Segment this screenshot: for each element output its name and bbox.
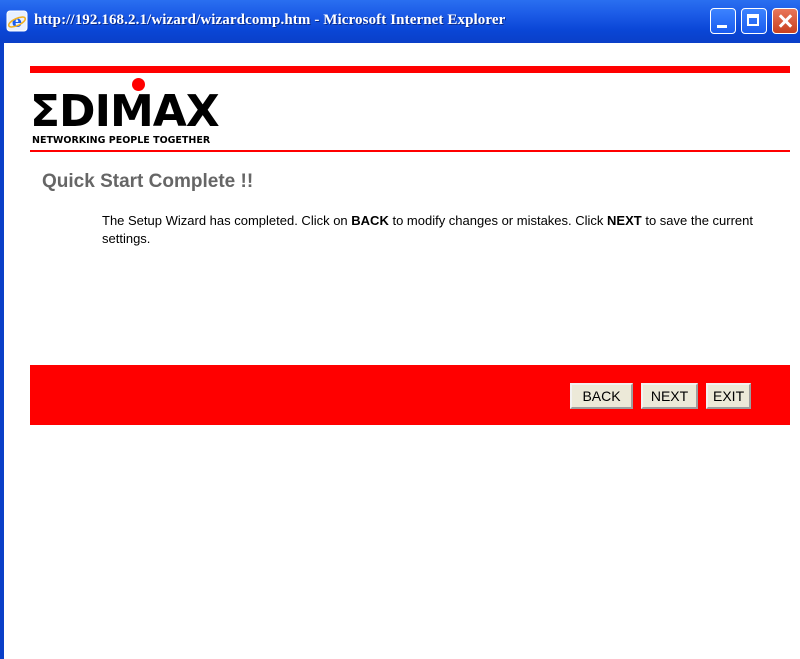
logo-underline-rule	[30, 150, 790, 152]
logo-tagline: NETWORKING PEOPLE TOGETHER	[32, 135, 211, 146]
close-button[interactable]	[772, 8, 798, 34]
next-button[interactable]: NEXT	[641, 383, 698, 409]
exit-button[interactable]: EXIT	[706, 383, 751, 409]
completion-message: The Setup Wizard has completed. Click on…	[102, 212, 782, 248]
page-title: Quick Start Complete !!	[42, 171, 254, 192]
logo-red-dot	[132, 78, 145, 91]
window-title: http://192.168.2.1/wizard/wizardcomp.htm…	[34, 12, 506, 28]
edimax-logo: ΣDIMAX NETWORKING PEOPLE TOGETHER	[30, 78, 290, 150]
window-frame	[0, 43, 4, 659]
wizard-action-bar: BACK NEXT EXIT	[30, 365, 790, 425]
minimize-button[interactable]	[710, 8, 736, 34]
message-back-keyword: BACK	[351, 213, 389, 228]
logo-wordmark: ΣDIMAX	[30, 86, 220, 137]
message-next-keyword: NEXT	[607, 213, 642, 228]
window-titlebar[interactable]: e http://192.168.2.1/wizard/wizardcomp.h…	[0, 0, 800, 43]
header-red-rule	[30, 66, 790, 73]
message-text-1: The Setup Wizard has completed. Click on	[102, 213, 352, 228]
internet-explorer-icon: e	[6, 10, 28, 32]
message-text-2: to modify changes or mistakes. Click	[388, 213, 608, 228]
back-button[interactable]: BACK	[570, 383, 633, 409]
svg-text:e: e	[12, 12, 22, 31]
maximize-button[interactable]	[741, 8, 767, 34]
